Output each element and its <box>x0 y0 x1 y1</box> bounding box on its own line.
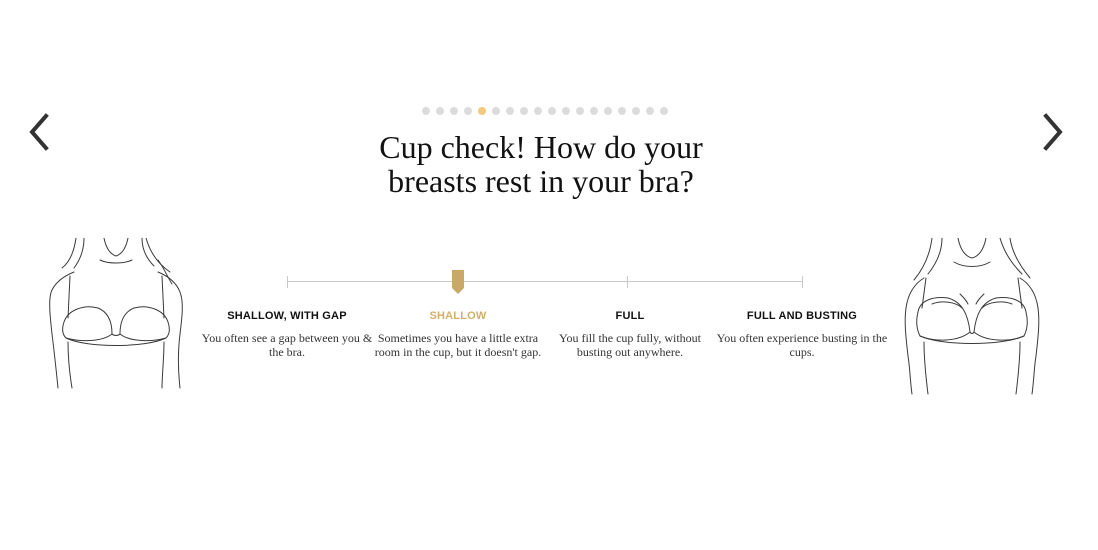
progress-dot[interactable] <box>576 107 584 115</box>
bra-full-illustration <box>902 238 1042 396</box>
option-label: SHALLOW, WITH GAP <box>227 310 347 322</box>
progress-dot[interactable] <box>632 107 640 115</box>
slider-tick <box>287 276 288 288</box>
progress-dot[interactable] <box>604 107 612 115</box>
bra-shallow-illustration <box>46 238 186 396</box>
option-shallow[interactable]: SHALLOW Sometimes you have a little extr… <box>368 309 548 359</box>
progress-dot[interactable] <box>450 107 458 115</box>
option-full[interactable]: FULL You fill the cup fully, without bus… <box>540 309 720 359</box>
chevron-left-icon <box>29 113 49 151</box>
slider-track[interactable] <box>287 281 803 282</box>
progress-dots <box>422 107 668 115</box>
progress-dot[interactable] <box>548 107 556 115</box>
progress-dot[interactable] <box>562 107 570 115</box>
progress-dot-active[interactable] <box>478 107 486 115</box>
option-label: FULL <box>615 310 645 322</box>
progress-dot[interactable] <box>422 107 430 115</box>
progress-dot[interactable] <box>618 107 626 115</box>
slider-tick <box>627 276 628 288</box>
question-title: Cup check! How do your breasts rest in yo… <box>379 129 703 199</box>
option-shallow-with-gap[interactable]: SHALLOW, WITH GAP You often see a gap be… <box>197 309 377 359</box>
progress-dot[interactable] <box>646 107 654 115</box>
slider-tick <box>802 276 803 288</box>
progress-dot[interactable] <box>534 107 542 115</box>
slider-handle[interactable] <box>452 270 464 294</box>
progress-dot[interactable] <box>464 107 472 115</box>
previous-button[interactable] <box>26 112 54 152</box>
progress-dot[interactable] <box>436 107 444 115</box>
progress-dot[interactable] <box>492 107 500 115</box>
chevron-right-icon <box>1043 113 1063 151</box>
option-description: You fill the cup fully, without busting … <box>558 331 701 359</box>
option-description: Sometimes you have a little extra room i… <box>374 331 542 359</box>
option-label: SHALLOW <box>429 310 487 322</box>
progress-dot[interactable] <box>520 107 528 115</box>
option-description: You often see a gap between you & the br… <box>201 331 373 359</box>
option-description: You often experience busting in the cups… <box>716 331 888 359</box>
next-button[interactable] <box>1038 112 1066 152</box>
option-label: FULL AND BUSTING <box>746 310 858 322</box>
progress-dot[interactable] <box>590 107 598 115</box>
progress-dot[interactable] <box>506 107 514 115</box>
progress-dot[interactable] <box>660 107 668 115</box>
option-full-and-busting[interactable]: FULL AND BUSTING You often experience bu… <box>712 309 892 359</box>
